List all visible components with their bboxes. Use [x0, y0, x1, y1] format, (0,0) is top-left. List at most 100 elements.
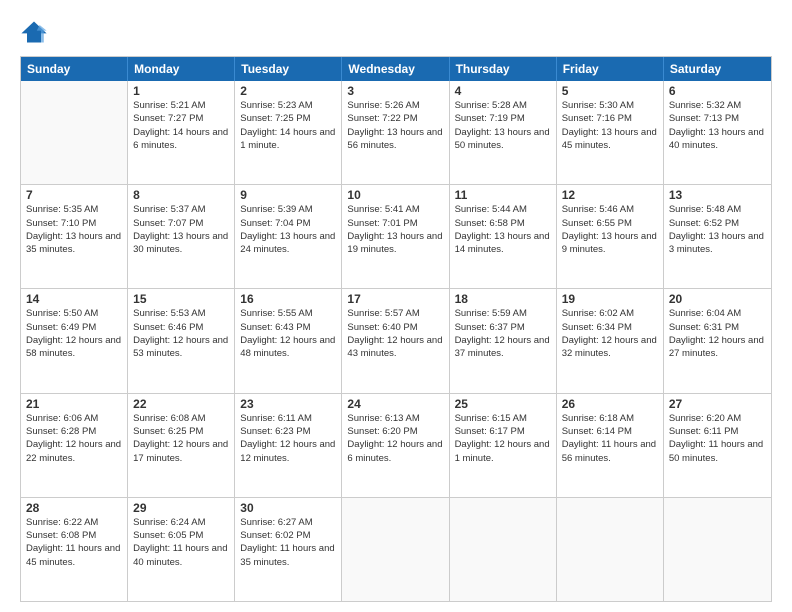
cal-cell: 13Sunrise: 5:48 AMSunset: 6:52 PMDayligh… [664, 185, 771, 288]
day-number: 22 [133, 397, 229, 411]
week-row-1: 1Sunrise: 5:21 AMSunset: 7:27 PMDaylight… [21, 81, 771, 184]
day-info: Sunrise: 5:55 AMSunset: 6:43 PMDaylight:… [240, 307, 336, 360]
cal-cell: 22Sunrise: 6:08 AMSunset: 6:25 PMDayligh… [128, 394, 235, 497]
day-info: Sunrise: 6:04 AMSunset: 6:31 PMDaylight:… [669, 307, 766, 360]
day-number: 5 [562, 84, 658, 98]
header [20, 18, 772, 46]
day-info: Sunrise: 5:59 AMSunset: 6:37 PMDaylight:… [455, 307, 551, 360]
logo-icon [20, 18, 48, 46]
cal-cell: 30Sunrise: 6:27 AMSunset: 6:02 PMDayligh… [235, 498, 342, 601]
cal-cell: 6Sunrise: 5:32 AMSunset: 7:13 PMDaylight… [664, 81, 771, 184]
day-number: 15 [133, 292, 229, 306]
day-number: 9 [240, 188, 336, 202]
day-number: 26 [562, 397, 658, 411]
day-number: 20 [669, 292, 766, 306]
day-number: 24 [347, 397, 443, 411]
day-number: 11 [455, 188, 551, 202]
day-info: Sunrise: 5:35 AMSunset: 7:10 PMDaylight:… [26, 203, 122, 256]
cal-cell: 3Sunrise: 5:26 AMSunset: 7:22 PMDaylight… [342, 81, 449, 184]
day-info: Sunrise: 5:32 AMSunset: 7:13 PMDaylight:… [669, 99, 766, 152]
day-number: 10 [347, 188, 443, 202]
day-info: Sunrise: 5:48 AMSunset: 6:52 PMDaylight:… [669, 203, 766, 256]
day-info: Sunrise: 5:44 AMSunset: 6:58 PMDaylight:… [455, 203, 551, 256]
cal-cell: 17Sunrise: 5:57 AMSunset: 6:40 PMDayligh… [342, 289, 449, 392]
day-info: Sunrise: 5:37 AMSunset: 7:07 PMDaylight:… [133, 203, 229, 256]
cal-cell: 15Sunrise: 5:53 AMSunset: 6:46 PMDayligh… [128, 289, 235, 392]
day-info: Sunrise: 5:26 AMSunset: 7:22 PMDaylight:… [347, 99, 443, 152]
day-info: Sunrise: 6:06 AMSunset: 6:28 PMDaylight:… [26, 412, 122, 465]
week-row-3: 14Sunrise: 5:50 AMSunset: 6:49 PMDayligh… [21, 288, 771, 392]
day-info: Sunrise: 5:41 AMSunset: 7:01 PMDaylight:… [347, 203, 443, 256]
logo [20, 18, 52, 46]
cal-cell: 27Sunrise: 6:20 AMSunset: 6:11 PMDayligh… [664, 394, 771, 497]
cal-cell: 20Sunrise: 6:04 AMSunset: 6:31 PMDayligh… [664, 289, 771, 392]
calendar-body: 1Sunrise: 5:21 AMSunset: 7:27 PMDaylight… [21, 81, 771, 601]
week-row-5: 28Sunrise: 6:22 AMSunset: 6:08 PMDayligh… [21, 497, 771, 601]
day-info: Sunrise: 6:15 AMSunset: 6:17 PMDaylight:… [455, 412, 551, 465]
day-number: 21 [26, 397, 122, 411]
day-number: 13 [669, 188, 766, 202]
day-info: Sunrise: 6:18 AMSunset: 6:14 PMDaylight:… [562, 412, 658, 465]
day-number: 7 [26, 188, 122, 202]
day-number: 28 [26, 501, 122, 515]
cal-cell [342, 498, 449, 601]
day-number: 2 [240, 84, 336, 98]
day-number: 16 [240, 292, 336, 306]
day-info: Sunrise: 5:21 AMSunset: 7:27 PMDaylight:… [133, 99, 229, 152]
cal-cell: 12Sunrise: 5:46 AMSunset: 6:55 PMDayligh… [557, 185, 664, 288]
day-number: 4 [455, 84, 551, 98]
cal-cell: 14Sunrise: 5:50 AMSunset: 6:49 PMDayligh… [21, 289, 128, 392]
day-info: Sunrise: 5:53 AMSunset: 6:46 PMDaylight:… [133, 307, 229, 360]
cal-cell: 7Sunrise: 5:35 AMSunset: 7:10 PMDaylight… [21, 185, 128, 288]
day-number: 29 [133, 501, 229, 515]
day-info: Sunrise: 6:24 AMSunset: 6:05 PMDaylight:… [133, 516, 229, 569]
cal-cell: 9Sunrise: 5:39 AMSunset: 7:04 PMDaylight… [235, 185, 342, 288]
cal-cell: 23Sunrise: 6:11 AMSunset: 6:23 PMDayligh… [235, 394, 342, 497]
day-number: 30 [240, 501, 336, 515]
cal-cell: 2Sunrise: 5:23 AMSunset: 7:25 PMDaylight… [235, 81, 342, 184]
day-info: Sunrise: 5:50 AMSunset: 6:49 PMDaylight:… [26, 307, 122, 360]
cal-cell: 18Sunrise: 5:59 AMSunset: 6:37 PMDayligh… [450, 289, 557, 392]
cal-cell [557, 498, 664, 601]
day-info: Sunrise: 6:27 AMSunset: 6:02 PMDaylight:… [240, 516, 336, 569]
header-cell-wednesday: Wednesday [342, 57, 449, 81]
header-cell-thursday: Thursday [450, 57, 557, 81]
day-info: Sunrise: 5:28 AMSunset: 7:19 PMDaylight:… [455, 99, 551, 152]
day-number: 1 [133, 84, 229, 98]
day-info: Sunrise: 5:57 AMSunset: 6:40 PMDaylight:… [347, 307, 443, 360]
day-info: Sunrise: 5:23 AMSunset: 7:25 PMDaylight:… [240, 99, 336, 152]
page: SundayMondayTuesdayWednesdayThursdayFrid… [0, 0, 792, 612]
cal-cell: 10Sunrise: 5:41 AMSunset: 7:01 PMDayligh… [342, 185, 449, 288]
day-info: Sunrise: 6:08 AMSunset: 6:25 PMDaylight:… [133, 412, 229, 465]
cal-cell: 11Sunrise: 5:44 AMSunset: 6:58 PMDayligh… [450, 185, 557, 288]
cal-cell: 26Sunrise: 6:18 AMSunset: 6:14 PMDayligh… [557, 394, 664, 497]
day-number: 14 [26, 292, 122, 306]
day-info: Sunrise: 5:39 AMSunset: 7:04 PMDaylight:… [240, 203, 336, 256]
calendar: SundayMondayTuesdayWednesdayThursdayFrid… [20, 56, 772, 602]
week-row-4: 21Sunrise: 6:06 AMSunset: 6:28 PMDayligh… [21, 393, 771, 497]
day-info: Sunrise: 6:02 AMSunset: 6:34 PMDaylight:… [562, 307, 658, 360]
cal-cell: 24Sunrise: 6:13 AMSunset: 6:20 PMDayligh… [342, 394, 449, 497]
cal-cell: 21Sunrise: 6:06 AMSunset: 6:28 PMDayligh… [21, 394, 128, 497]
day-number: 6 [669, 84, 766, 98]
calendar-header: SundayMondayTuesdayWednesdayThursdayFrid… [21, 57, 771, 81]
cal-cell: 4Sunrise: 5:28 AMSunset: 7:19 PMDaylight… [450, 81, 557, 184]
day-info: Sunrise: 6:13 AMSunset: 6:20 PMDaylight:… [347, 412, 443, 465]
day-info: Sunrise: 5:30 AMSunset: 7:16 PMDaylight:… [562, 99, 658, 152]
cal-cell [664, 498, 771, 601]
day-info: Sunrise: 6:20 AMSunset: 6:11 PMDaylight:… [669, 412, 766, 465]
cal-cell: 19Sunrise: 6:02 AMSunset: 6:34 PMDayligh… [557, 289, 664, 392]
header-cell-saturday: Saturday [664, 57, 771, 81]
day-number: 19 [562, 292, 658, 306]
header-cell-monday: Monday [128, 57, 235, 81]
day-info: Sunrise: 6:22 AMSunset: 6:08 PMDaylight:… [26, 516, 122, 569]
cal-cell [450, 498, 557, 601]
day-info: Sunrise: 6:11 AMSunset: 6:23 PMDaylight:… [240, 412, 336, 465]
cal-cell: 8Sunrise: 5:37 AMSunset: 7:07 PMDaylight… [128, 185, 235, 288]
header-cell-sunday: Sunday [21, 57, 128, 81]
week-row-2: 7Sunrise: 5:35 AMSunset: 7:10 PMDaylight… [21, 184, 771, 288]
cal-cell: 16Sunrise: 5:55 AMSunset: 6:43 PMDayligh… [235, 289, 342, 392]
day-number: 12 [562, 188, 658, 202]
cal-cell: 1Sunrise: 5:21 AMSunset: 7:27 PMDaylight… [128, 81, 235, 184]
day-number: 18 [455, 292, 551, 306]
